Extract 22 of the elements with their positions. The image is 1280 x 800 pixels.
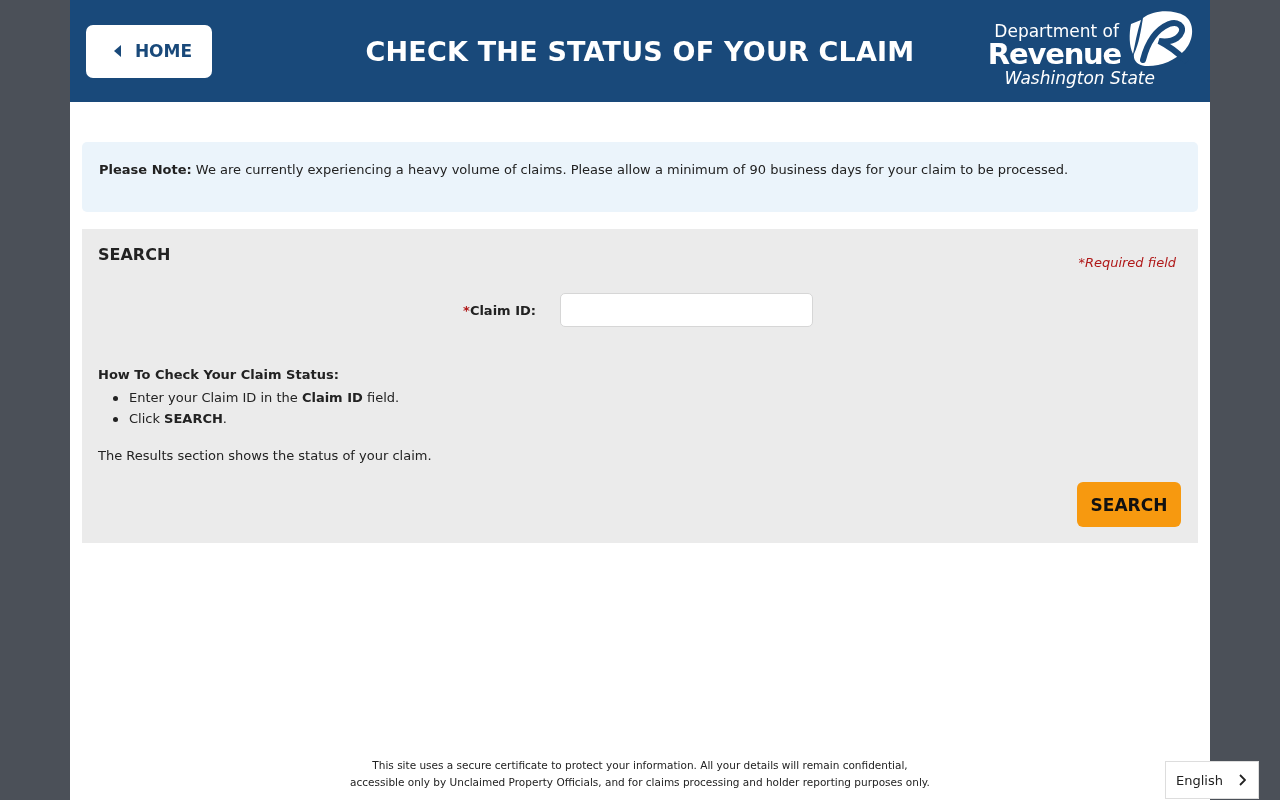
bullet-icon	[113, 395, 118, 401]
page-title: CHECK THE STATUS OF YOUR CLAIM	[365, 35, 915, 67]
bullet-icon	[113, 416, 118, 422]
security-notice: This site uses a secure certificate to protect your information. All your details will remain confidential, accessible only by Unclaimed Property Officials, and for claims processing and holder reporting purposes only.	[350, 758, 930, 790]
logo-text: Washington State	[1004, 68, 1156, 88]
logo-text: Revenue	[987, 40, 1121, 68]
claim-id-input[interactable]	[560, 293, 813, 327]
instruction-step: Enter your Claim ID in the Claim ID field.	[129, 389, 400, 407]
instructions-heading: How To Check Your Claim Status:	[98, 366, 340, 384]
chevron-right-icon	[1239, 774, 1246, 786]
notice-banner: Please Note: We are currently experiencing a heavy volume of claims. Please allow a minimum of 90 business days for your claim to be processed.	[82, 142, 1198, 212]
section-heading: SEARCH	[98, 245, 171, 265]
instruction-step: Click SEARCH.	[129, 410, 227, 428]
swoosh-logo-icon	[1129, 10, 1193, 68]
search-button[interactable]: SEARCH	[1077, 482, 1181, 527]
required-field-note: *Required field	[1078, 255, 1176, 270]
claim-id-label: *Claim ID:	[462, 302, 536, 318]
caret-left-icon	[113, 45, 121, 57]
results-note: The Results section shows the status of your claim.	[98, 447, 433, 465]
home-button[interactable]: HOME	[86, 24, 212, 78]
language-selector[interactable]: English	[1165, 761, 1259, 799]
logo-text: Department of	[993, 22, 1121, 40]
